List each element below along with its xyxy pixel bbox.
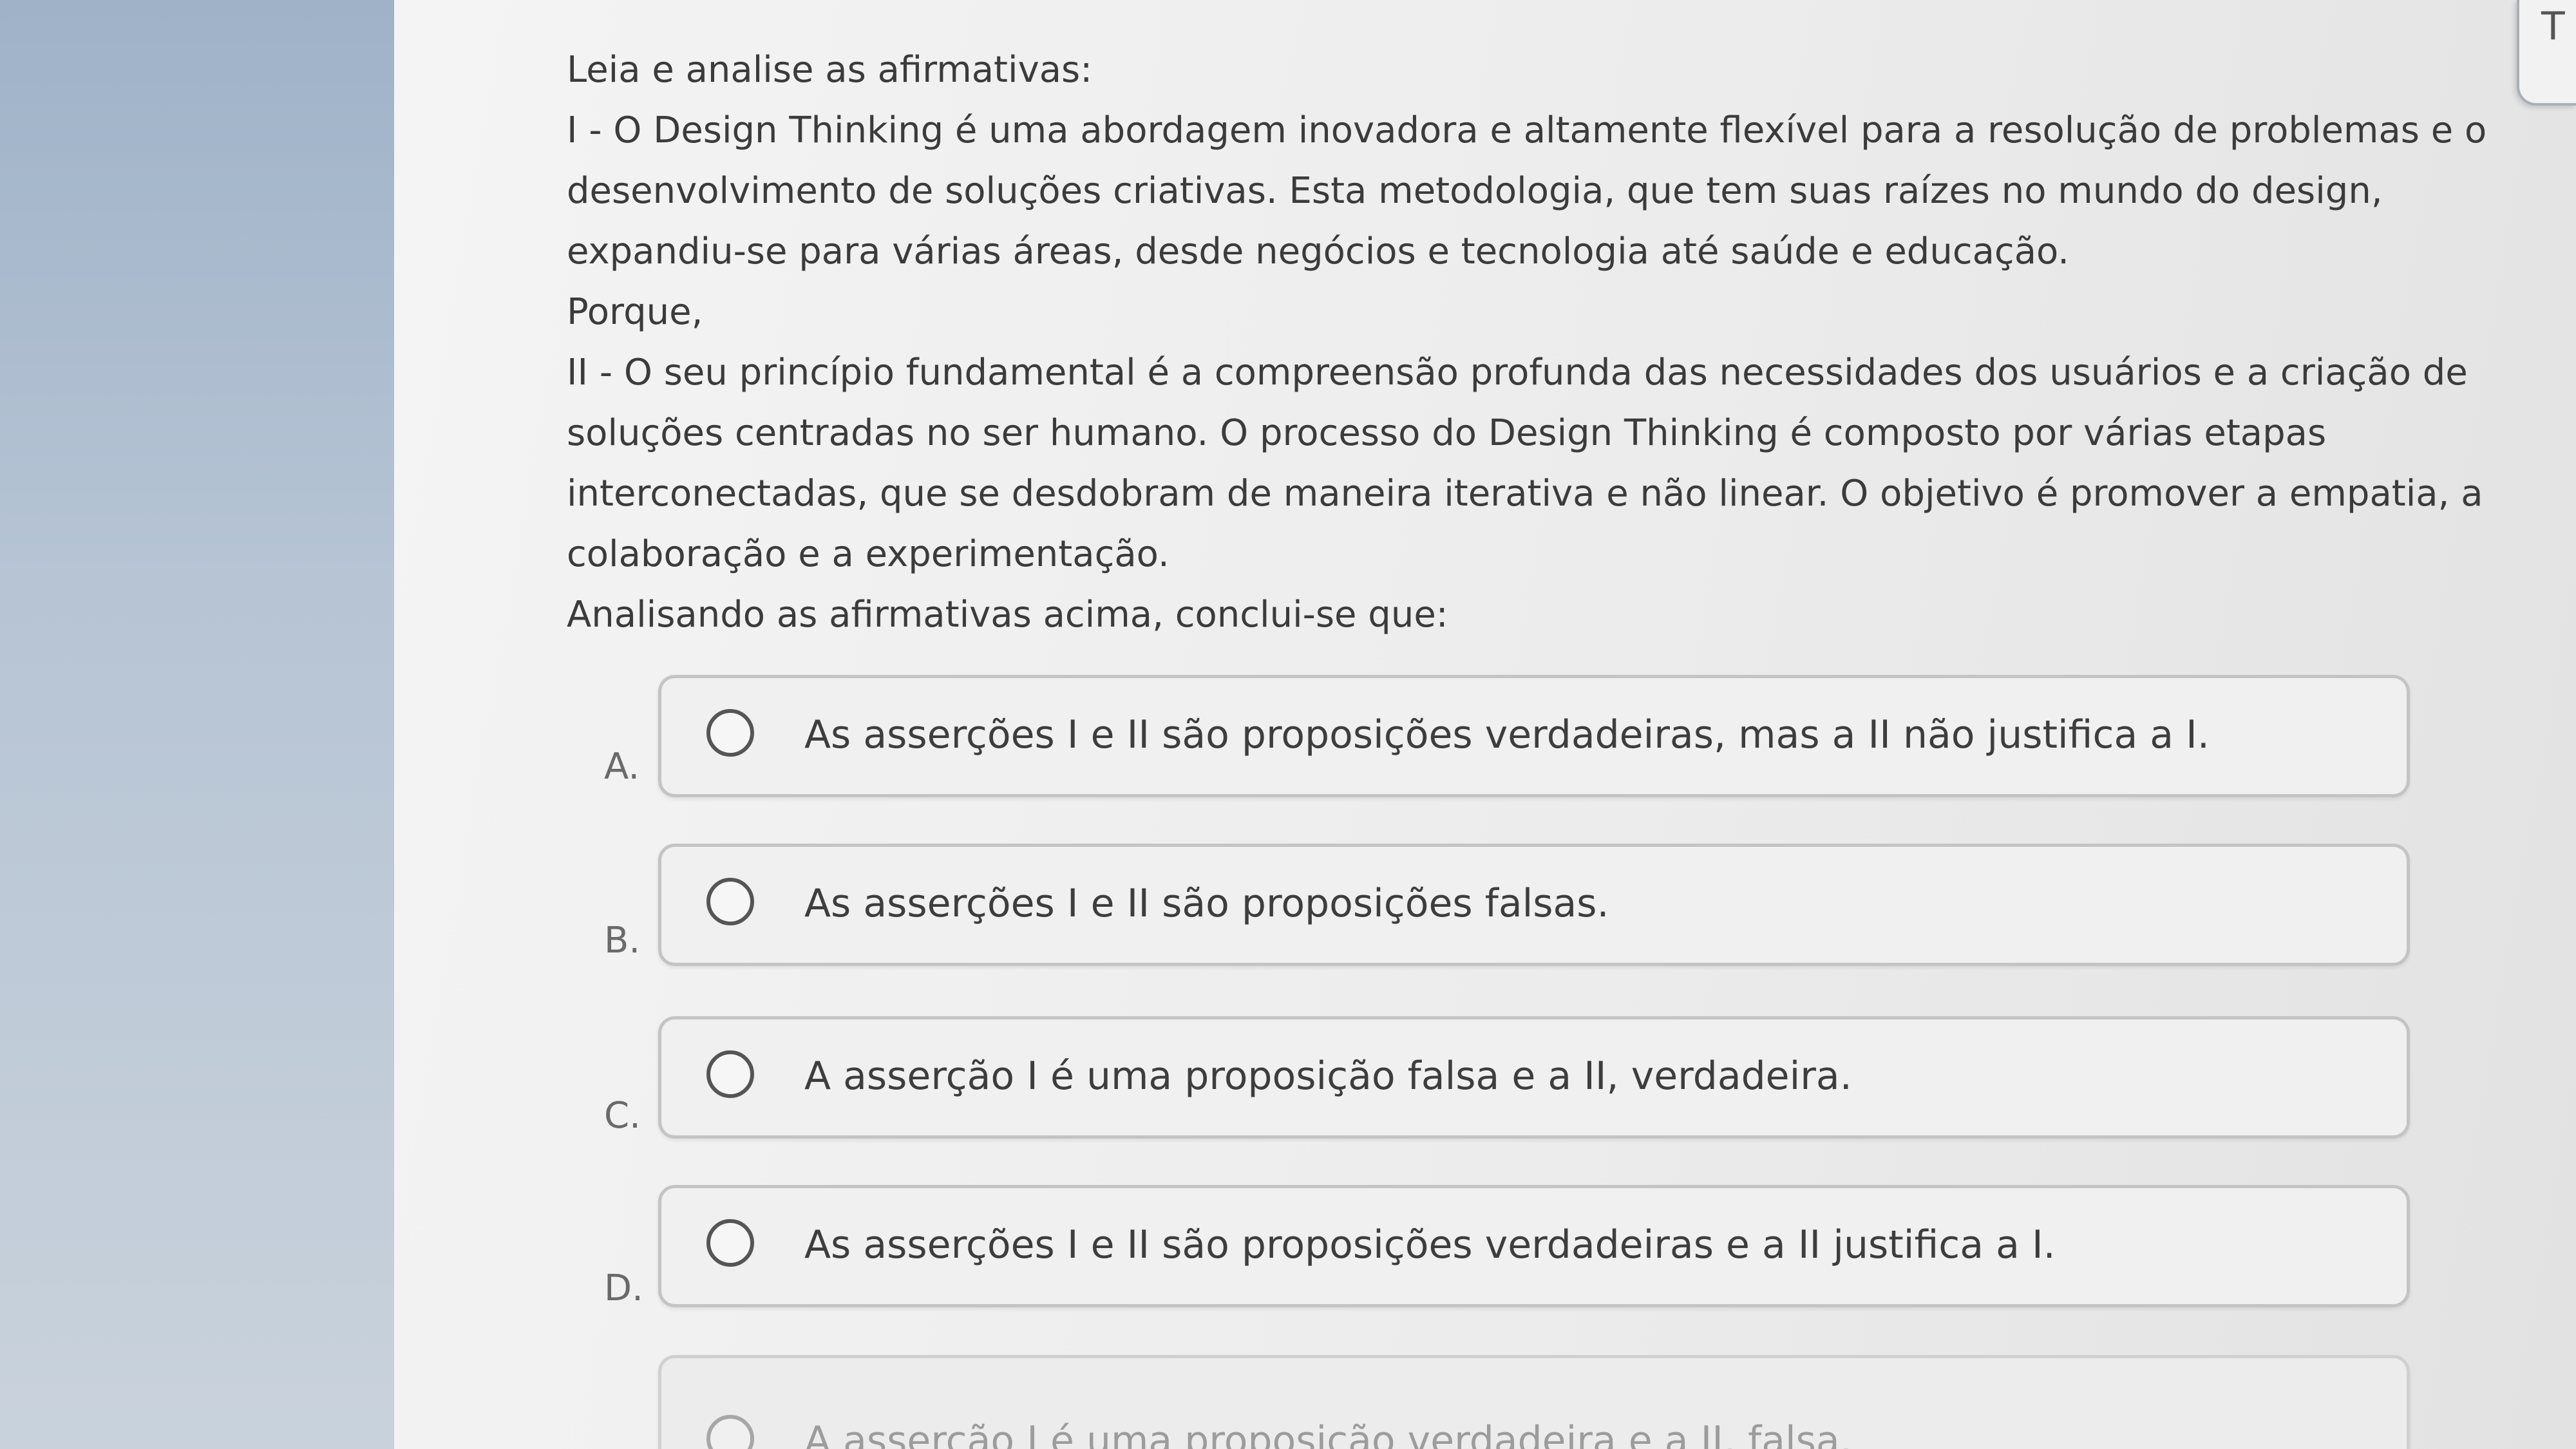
option-b-radio[interactable] [706, 878, 754, 925]
option-b-letter: B. [604, 920, 641, 961]
option-a-text: As asserções I e II são proposições verd… [804, 712, 2210, 757]
option-a-radio[interactable] [706, 709, 754, 757]
assertion-one-line-2: desenvolvimento de soluções criativas. E… [567, 170, 2383, 212]
option-e-text: A asserção I é uma proposição verdadeira… [804, 1418, 1852, 1449]
option-d-text: As asserções I e II são proposições verd… [804, 1222, 2056, 1267]
option-a[interactable]: As asserções I e II são proposições verd… [658, 675, 2410, 797]
option-d-radio[interactable] [706, 1219, 754, 1267]
option-b-text: As asserções I e II são proposições fals… [804, 881, 1609, 926]
left-background-panel [0, 0, 394, 1449]
option-e[interactable]: A asserção I é uma proposição verdadeira… [658, 1355, 2410, 1449]
option-c-letter: C. [604, 1095, 641, 1137]
question-prompt: Analisando as afirmativas acima, conclui… [567, 594, 1448, 636]
corner-tab[interactable]: T [2517, 0, 2576, 106]
assertion-two-line-4: colaboração e a experimentação. [567, 533, 1170, 575]
option-d[interactable]: As asserções I e II são proposições verd… [658, 1185, 2410, 1307]
assertion-one-line-1: I - O Design Thinking é uma abordagem in… [567, 109, 2487, 151]
option-c-radio[interactable] [706, 1050, 754, 1098]
assertion-two-line-2: soluções centradas no ser humano. O proc… [567, 412, 2327, 454]
assertion-one-line-3: expandiu-se para várias áreas, desde neg… [567, 231, 2070, 272]
corner-tab-label: T [2541, 4, 2565, 49]
connector-porque: Porque, [567, 291, 703, 333]
option-b[interactable]: As asserções I e II são proposições fals… [658, 844, 2410, 966]
assertion-two-line-1: II - O seu princípio fundamental é a com… [567, 352, 2468, 393]
question-intro: Leia e analise as afirmativas: [567, 49, 1093, 91]
option-a-letter: A. [604, 746, 640, 788]
option-e-radio[interactable] [706, 1415, 754, 1449]
option-c-text: A asserção I é uma proposição falsa e a … [804, 1054, 1852, 1099]
question-statement: Leia e analise as afirmativas: I - O Des… [567, 40, 2487, 645]
assertion-two-line-3: interconectadas, que se desdobram de man… [567, 473, 2483, 515]
option-d-letter: D. [604, 1267, 643, 1309]
option-c[interactable]: A asserção I é uma proposição falsa e a … [658, 1016, 2410, 1139]
